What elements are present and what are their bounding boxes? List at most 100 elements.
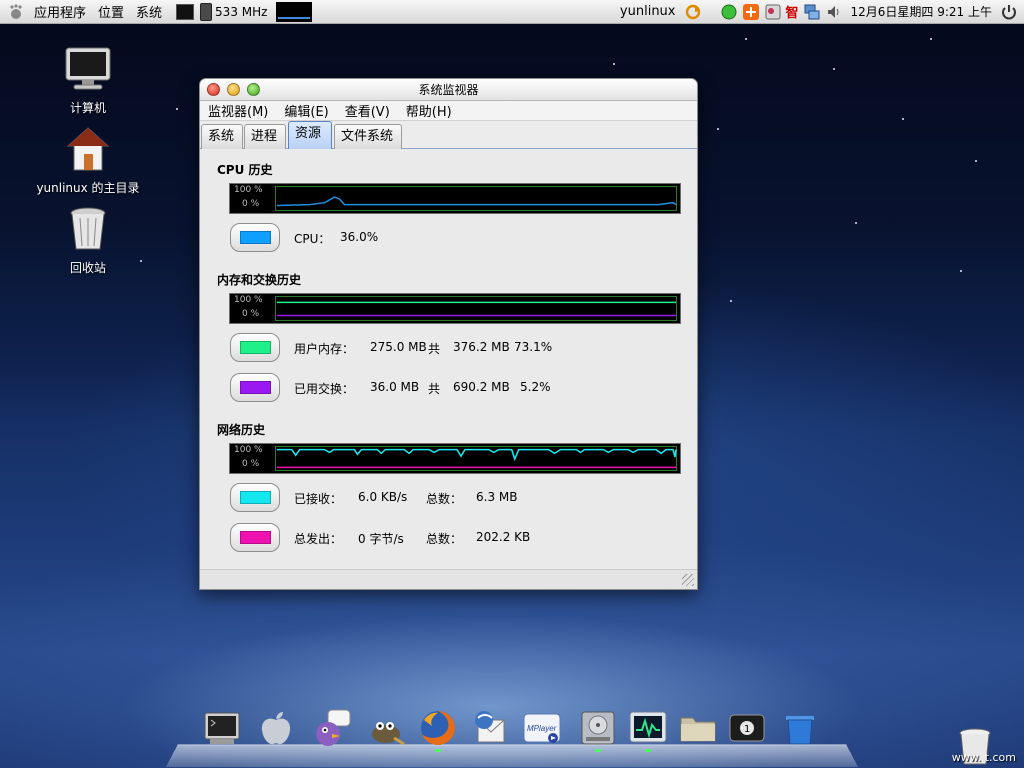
ime-status-icon[interactable] bbox=[742, 3, 760, 21]
network-lines bbox=[276, 448, 677, 469]
cpu-frequency[interactable]: 533 MHz bbox=[212, 0, 270, 24]
trash-bin-icon[interactable] bbox=[780, 708, 820, 748]
user-memory-color-button[interactable] bbox=[230, 333, 280, 362]
desktop-icon-label: 回收站 bbox=[69, 261, 106, 275]
swap-color-button[interactable] bbox=[230, 373, 280, 402]
trash-icon bbox=[70, 207, 106, 250]
menu-monitor[interactable]: 监视器(M) bbox=[200, 101, 276, 120]
desktop-icon-trash[interactable]: 回收站 bbox=[33, 206, 143, 276]
swap-percent: 5.2% bbox=[520, 380, 551, 394]
menu-view[interactable]: 查看(V) bbox=[337, 101, 398, 120]
cpu-line bbox=[276, 196, 677, 207]
folder-icon[interactable] bbox=[678, 708, 718, 748]
received-total: 6.3 MB bbox=[476, 490, 518, 504]
network-history-graph: 100 % 0 % bbox=[229, 443, 681, 474]
sent-label: 总发出： bbox=[294, 532, 343, 546]
network-history-title: 网络历史 bbox=[217, 423, 266, 437]
sent-rate: 0 字节/s bbox=[358, 532, 404, 546]
user-memory-percent: 73.1% bbox=[514, 340, 553, 354]
cpu-history-title: CPU 历史 bbox=[217, 163, 273, 177]
volume-icon[interactable] bbox=[825, 3, 843, 21]
minimize-button[interactable] bbox=[227, 83, 240, 96]
update-notifier-icon[interactable] bbox=[684, 3, 702, 21]
swap-color-swatch bbox=[239, 381, 271, 394]
running-indicator bbox=[435, 749, 441, 752]
desktop-icon-label: yunlinux 的主目录 bbox=[36, 181, 140, 195]
network-status-icon[interactable] bbox=[720, 3, 738, 21]
sent-color-swatch bbox=[239, 531, 271, 544]
tab-bar: 系统 进程 资源 文件系统 bbox=[200, 121, 697, 149]
swap-used: 36.0 MB bbox=[370, 380, 420, 394]
swap-total: 690.2 MB bbox=[453, 380, 510, 394]
terminal-launcher-icon[interactable] bbox=[176, 3, 195, 20]
home-folder-icon bbox=[66, 127, 110, 171]
tab-resources[interactable]: 资源 bbox=[288, 121, 332, 149]
top-panel: 应用程序 位置 系统 533 MHz yunlinux 智 12月6日星期四 9… bbox=[0, 0, 1024, 24]
gimp-icon[interactable] bbox=[366, 708, 406, 748]
swap-label: 已用交换： bbox=[294, 382, 355, 396]
received-rate: 6.0 KB/s bbox=[358, 490, 408, 504]
thunderbird-icon[interactable] bbox=[470, 708, 510, 748]
close-button[interactable] bbox=[207, 83, 220, 96]
window-statusbar bbox=[200, 569, 697, 589]
paint-tool-icon[interactable] bbox=[764, 3, 782, 21]
received-total-label: 总数： bbox=[426, 492, 463, 506]
username-label[interactable]: yunlinux bbox=[614, 0, 682, 24]
apple-icon[interactable] bbox=[256, 708, 296, 748]
running-indicator bbox=[595, 749, 601, 752]
pidgin-icon[interactable] bbox=[312, 708, 352, 748]
received-color-swatch bbox=[239, 491, 271, 504]
running-indicator bbox=[645, 749, 651, 752]
applications-menu[interactable]: 应用程序 bbox=[28, 0, 92, 24]
svg-text:MPlayer: MPlayer bbox=[527, 724, 557, 733]
tab-processes[interactable]: 进程 bbox=[244, 124, 286, 149]
resources-panel: CPU 历史 100 % 0 % CPU： 36.0% 内存和交换历史 100 … bbox=[200, 151, 697, 569]
mplayer-icon[interactable]: MPlayer bbox=[522, 708, 562, 748]
cpu-color-button[interactable] bbox=[230, 223, 280, 252]
received-color-button[interactable] bbox=[230, 483, 280, 512]
system-monitor-icon[interactable] bbox=[628, 708, 668, 748]
menu-edit[interactable]: 编辑(E) bbox=[276, 101, 336, 120]
swap-of: 共 bbox=[428, 382, 441, 396]
terminal-icon[interactable] bbox=[202, 708, 242, 748]
tab-system[interactable]: 系统 bbox=[201, 124, 243, 149]
harddisk-icon[interactable] bbox=[578, 708, 618, 748]
window-title: 系统监视器 bbox=[418, 83, 479, 97]
smart-ime-icon[interactable]: 智 bbox=[784, 0, 801, 24]
watermark-text: www. t.com bbox=[951, 751, 1016, 764]
tab-file-systems[interactable]: 文件系统 bbox=[334, 124, 402, 149]
sent-total: 202.2 KB bbox=[476, 530, 531, 544]
window-titlebar[interactable]: 系统监视器 bbox=[200, 79, 697, 101]
system-menu[interactable]: 系统 bbox=[130, 0, 168, 24]
desktop-icon-label: 计算机 bbox=[69, 101, 106, 115]
user-memory-color-swatch bbox=[239, 341, 271, 354]
clock[interactable]: 12月6日星期四 9:21 上午 bbox=[845, 0, 998, 24]
desktop-icon-home[interactable]: yunlinux 的主目录 bbox=[33, 126, 143, 196]
network-manager-icon[interactable] bbox=[803, 3, 821, 21]
places-menu[interactable]: 位置 bbox=[92, 0, 130, 24]
memory-history-title: 内存和交换历史 bbox=[217, 273, 302, 287]
firefox-icon[interactable] bbox=[418, 708, 458, 748]
workspace-number: 1 bbox=[744, 724, 750, 735]
cpu-history-graph: 100 % 0 % bbox=[229, 183, 681, 214]
maximize-button[interactable] bbox=[247, 83, 260, 96]
memory-history-graph: 100 % 0 % bbox=[229, 293, 681, 324]
gnome-foot-icon[interactable] bbox=[8, 3, 24, 20]
system-load-graph[interactable] bbox=[276, 1, 313, 22]
resize-grip[interactable] bbox=[682, 574, 694, 586]
memory-lines bbox=[276, 301, 677, 317]
sent-total-label: 总数： bbox=[426, 532, 463, 546]
cpu-color-swatch bbox=[239, 231, 271, 244]
menubar: 监视器(M) 编辑(E) 查看(V) 帮助(H) bbox=[200, 101, 697, 121]
menu-help[interactable]: 帮助(H) bbox=[398, 101, 460, 120]
sent-color-button[interactable] bbox=[230, 523, 280, 552]
battery-icon[interactable] bbox=[200, 2, 213, 21]
computer-icon bbox=[65, 47, 111, 90]
workspace-icon[interactable]: 1 bbox=[727, 708, 767, 748]
user-memory-total: 376.2 MB bbox=[453, 340, 510, 354]
user-memory-label: 用户内存： bbox=[294, 342, 355, 356]
received-label: 已接收： bbox=[294, 492, 343, 506]
desktop-icon-computer[interactable]: 计算机 bbox=[33, 46, 143, 116]
power-icon[interactable] bbox=[1000, 3, 1018, 21]
user-memory-of: 共 bbox=[428, 342, 441, 356]
